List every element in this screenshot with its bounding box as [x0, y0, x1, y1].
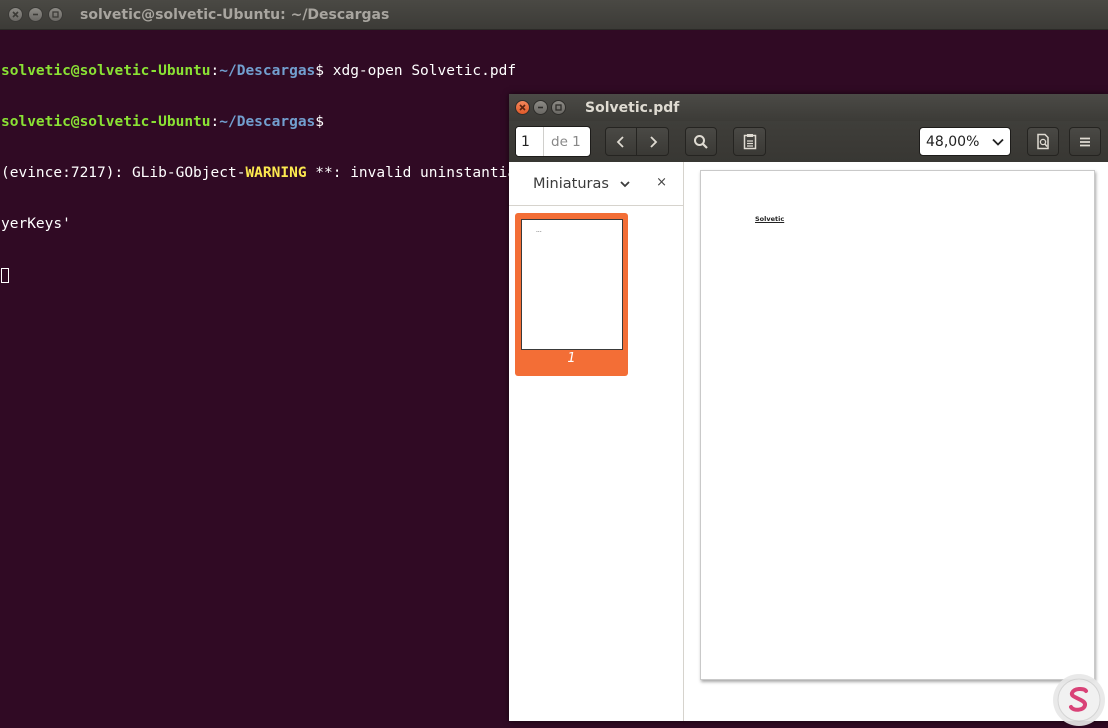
next-page-button[interactable] [636, 127, 669, 156]
previous-page-button[interactable] [605, 127, 637, 156]
chevron-down-icon [992, 138, 1004, 146]
clipboard-icon [743, 134, 756, 150]
thumbnails-sidebar: Miniaturas × ... 1 [509, 162, 684, 721]
document-text: Solvetic [755, 215, 785, 223]
terminal-maximize-icon[interactable] [48, 7, 63, 22]
terminal-minimize-icon[interactable] [28, 7, 43, 22]
prompt-separator: : [210, 63, 220, 79]
chevron-down-icon[interactable] [618, 177, 632, 191]
menu-button[interactable] [1069, 127, 1101, 156]
terminal-command: xdg-open Solvetic.pdf [324, 63, 517, 79]
sidebar-header: Miniaturas × [509, 162, 683, 206]
document-page: Solvetic [700, 170, 1095, 680]
hamburger-menu-icon [1080, 137, 1090, 146]
evince-minimize-icon[interactable] [533, 100, 548, 115]
prompt-user: solvetic@solvetic-Ubuntu [1, 114, 211, 130]
warning-word: WARNING [245, 165, 307, 181]
page-selector: de 1 [515, 126, 591, 157]
sidebar-close-button[interactable]: × [656, 175, 667, 190]
sidebar-mode-label[interactable]: Miniaturas [533, 176, 609, 192]
search-icon [694, 134, 708, 149]
prompt-separator: : [210, 114, 220, 130]
terminal-close-icon[interactable] [8, 7, 23, 22]
thumbnail-page-preview: ... [521, 219, 623, 350]
prompt-path: ~/Descargas [219, 63, 316, 79]
zoom-selector[interactable]: 48,00% [919, 127, 1011, 156]
evince-close-icon[interactable] [515, 100, 530, 115]
evince-window-controls [515, 100, 569, 115]
warning-continuation: yerKeys' [1, 216, 71, 232]
terminal-window-controls [8, 7, 68, 22]
thumbnail-item-selected[interactable]: ... 1 [515, 213, 628, 376]
document-icon [1037, 133, 1049, 150]
annotations-button[interactable] [733, 127, 766, 156]
document-properties-button[interactable] [1027, 127, 1059, 156]
zoom-value: 48,00% [926, 133, 980, 150]
solvetic-logo-icon [1053, 674, 1105, 726]
evince-toolbar: de 1 48,00% [509, 121, 1108, 162]
chevron-right-icon [649, 135, 657, 148]
warning-prefix: (evince:7217): GLib-GObject- [1, 165, 246, 181]
prompt-path: ~/Descargas [219, 114, 316, 130]
chevron-left-icon [616, 135, 624, 148]
prompt-dollar: $ [315, 114, 325, 130]
terminal-title: solvetic@solvetic-Ubuntu: ~/Descargas [80, 6, 390, 23]
terminal-cursor [1, 267, 9, 283]
thumbnail-page-number: 1 [567, 351, 576, 366]
terminal-line-1: solvetic@solvetic-Ubuntu:~/Descargas$ xd… [0, 63, 1108, 80]
thumbnail-text: ... [536, 227, 542, 234]
page-count-label: de 1 [551, 133, 581, 150]
evince-maximize-icon[interactable] [551, 100, 566, 115]
prompt-dollar: $ [315, 63, 325, 79]
evince-title: Solvetic.pdf [585, 99, 680, 116]
terminal-titlebar[interactable]: solvetic@solvetic-Ubuntu: ~/Descargas [0, 0, 1108, 30]
document-view[interactable]: Solvetic [684, 162, 1108, 721]
page-number-input[interactable] [516, 127, 544, 156]
evince-titlebar[interactable]: Solvetic.pdf [509, 94, 1108, 121]
search-button[interactable] [685, 127, 717, 156]
prompt-user: solvetic@solvetic-Ubuntu [1, 63, 211, 79]
evince-window: Solvetic.pdf de 1 48,00% [509, 94, 1108, 721]
